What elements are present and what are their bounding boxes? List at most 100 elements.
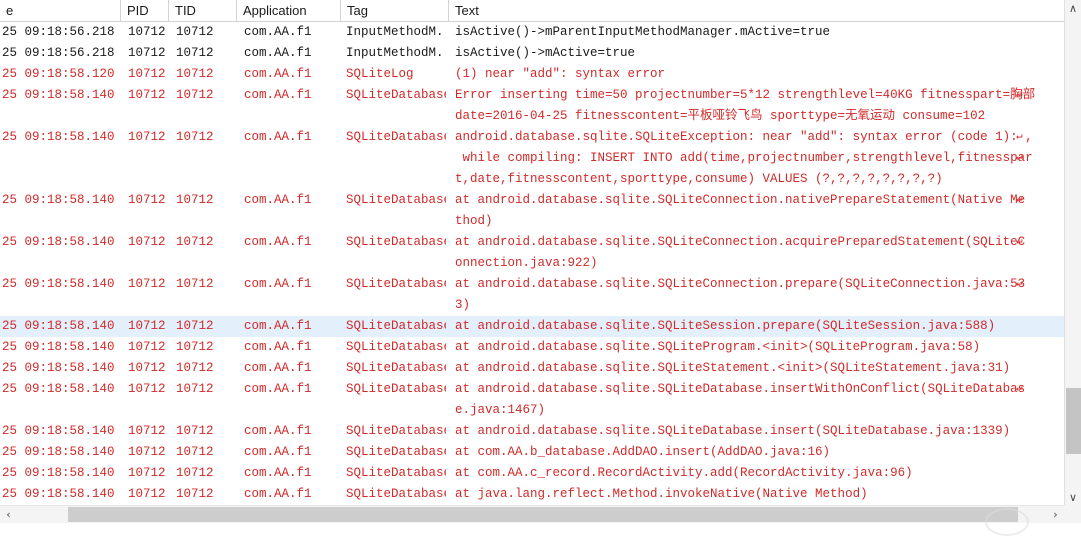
log-row[interactable]: 25 09:18:58.140 10712 10712 com.AA.f1 SQLite…: [0, 232, 1064, 253]
log-cell-tid: 10712: [176, 46, 214, 60]
log-row[interactable]: 25 09:18:58.140 10712 10712 com.AA.f1 SQLite…: [0, 442, 1064, 463]
horizontal-scrollbar[interactable]: ‹ ›: [0, 505, 1064, 523]
log-row[interactable]: thod): [0, 211, 1064, 232]
log-cell-tag: SQLiteDatabase: [346, 445, 446, 459]
column-header-pid[interactable]: PID: [120, 0, 168, 21]
log-cell-pid: 10712: [128, 88, 166, 102]
log-cell-tag: SQLiteDatabase: [346, 424, 446, 438]
scroll-left-icon[interactable]: ‹: [0, 506, 17, 523]
log-row[interactable]: 25 09:18:58.140 10712 10712 com.AA.f1 SQLite…: [0, 190, 1064, 211]
log-cell-tag: [340, 211, 446, 232]
log-cell-application: com.AA.f1: [244, 424, 312, 438]
log-cell-pid: 10712: [128, 340, 166, 354]
log-cell-tid: 10712: [176, 25, 214, 39]
log-row[interactable]: t,date,fitnesscontent,sporttype,consume)…: [0, 169, 1064, 190]
log-cell-pid: 10712: [128, 193, 166, 207]
log-row[interactable]: onnection.java:922): [0, 253, 1064, 274]
log-cell-text: date=2016-04-25 fitnesscontent=平板哑铃飞鸟 sp…: [455, 109, 986, 123]
log-cell-pid: [122, 106, 168, 127]
log-cell-time: [0, 106, 120, 127]
log-row[interactable]: 25 09:18:58.140 10712 10712 com.AA.f1 SQLite…: [0, 274, 1064, 295]
log-cell-text: at android.database.sqlite.SQLiteDatabas…: [455, 424, 1011, 438]
log-cell-application: com.AA.f1: [244, 319, 312, 333]
log-cell-tid: [170, 295, 236, 316]
log-cell-application: [238, 295, 338, 316]
vertical-scrollbar[interactable]: ∧ ∨: [1064, 0, 1081, 506]
log-cell-text: while compiling: INSERT INTO add(time,pr…: [455, 151, 1033, 165]
log-cell-tid: 10712: [176, 424, 214, 438]
log-cell-time: 25 09:18:58.140: [2, 235, 115, 249]
log-row[interactable]: 25 09:18:56.218 10712 10712 com.AA.f1 InputM…: [0, 43, 1064, 64]
log-row[interactable]: 25 09:18:56.218 10712 10712 com.AA.f1 InputM…: [0, 22, 1064, 43]
log-cell-text: at com.AA.c_record.RecordActivity.add(Re…: [455, 466, 913, 480]
log-cell-tag: SQLiteDatabase: [346, 487, 446, 501]
scroll-up-icon[interactable]: ∧: [1065, 0, 1081, 17]
log-row[interactable]: 25 09:18:58.140 10712 10712 com.AA.f1 SQLite…: [0, 463, 1064, 484]
column-header-tid-label: TID: [175, 3, 196, 18]
log-cell-application: [238, 106, 338, 127]
vertical-scrollbar-thumb[interactable]: [1066, 388, 1081, 454]
log-cell-application: [238, 148, 338, 169]
log-cell-application: com.AA.f1: [244, 130, 312, 144]
scroll-right-icon[interactable]: ›: [1047, 506, 1064, 523]
log-cell-tid: 10712: [176, 235, 214, 249]
log-cell-time: 25 09:18:58.140: [2, 193, 115, 207]
log-cell-tid: [170, 211, 236, 232]
log-cell-time: 25 09:18:56.218: [2, 25, 115, 39]
log-cell-time: [0, 169, 120, 190]
column-header-application-label: Application: [243, 3, 307, 18]
log-cell-time: [0, 148, 120, 169]
log-cell-time: [0, 295, 120, 316]
log-row[interactable]: 25 09:18:58.140 10712 10712 com.AA.f1 SQLite…: [0, 127, 1064, 148]
cursor-highlight: [985, 508, 1029, 536]
column-header-row: e PID TID Application Tag Text: [0, 0, 1064, 22]
log-cell-pid: 10712: [128, 424, 166, 438]
log-cell-pid: 10712: [128, 361, 166, 375]
line-wrap-icon: ↵: [1016, 89, 1023, 101]
log-cell-tag: [340, 106, 446, 127]
scroll-down-icon[interactable]: ∨: [1065, 489, 1081, 506]
log-cell-tag: SQLiteDatabase: [346, 466, 446, 480]
column-header-tag[interactable]: Tag: [340, 0, 448, 21]
log-row[interactable]: 25 09:18:58.140 10712 10712 com.AA.f1 SQLite…: [0, 379, 1064, 400]
log-cell-tid: [170, 169, 236, 190]
log-cell-tid: 10712: [176, 466, 214, 480]
column-header-text[interactable]: Text: [448, 0, 1064, 21]
log-row[interactable]: 25 09:18:58.140 10712 10712 com.AA.f1 SQLite…: [0, 337, 1064, 358]
log-row[interactable]: 25 09:18:58.140 10712 10712 com.AA.f1 SQLite…: [0, 358, 1064, 379]
log-cell-text: at android.database.sqlite.SQLiteDatabas…: [455, 382, 1026, 396]
horizontal-scrollbar-thumb[interactable]: [68, 507, 1018, 522]
column-header-time-label: e: [6, 3, 14, 18]
log-cell-pid: 10712: [128, 67, 166, 81]
log-row[interactable]: date=2016-04-25 fitnesscontent=平板哑铃飞鸟 sp…: [0, 106, 1064, 127]
log-row[interactable]: 25 09:18:58.140 10712 10712 com.AA.f1 SQLite…: [0, 316, 1064, 337]
log-cell-pid: [122, 295, 168, 316]
log-cell-tid: 10712: [176, 319, 214, 333]
log-row[interactable]: 25 09:18:58.140 10712 10712 com.AA.f1 SQLite…: [0, 421, 1064, 442]
log-cell-time: 25 09:18:58.140: [2, 466, 115, 480]
log-row[interactable]: 25 09:18:58.120 10712 10712 com.AA.f1 SQLite…: [0, 64, 1064, 85]
log-cell-pid: [122, 253, 168, 274]
log-row[interactable]: while compiling: INSERT INTO add(time,pr…: [0, 148, 1064, 169]
log-cell-time: 25 09:18:58.140: [2, 382, 115, 396]
log-cell-pid: 10712: [128, 445, 166, 459]
log-cell-time: [0, 211, 120, 232]
log-row[interactable]: 3): [0, 295, 1064, 316]
column-header-tid[interactable]: TID: [168, 0, 236, 21]
log-row[interactable]: 25 09:18:58.140 10712 10712 com.AA.f1 SQLite…: [0, 85, 1064, 106]
log-row[interactable]: 25 09:18:58.140 10712 10712 com.AA.f1 SQLite…: [0, 484, 1064, 502]
log-cell-text: at android.database.sqlite.SQLiteProgram…: [455, 340, 981, 354]
log-row[interactable]: e.java:1467): [0, 400, 1064, 421]
column-header-pid-label: PID: [127, 3, 149, 18]
log-cell-time: 25 09:18:58.140: [2, 340, 115, 354]
log-cell-text: at android.database.sqlite.SQLiteConnect…: [455, 235, 1026, 249]
log-cell-text: t,date,fitnesscontent,sporttype,consume)…: [455, 172, 943, 186]
column-header-application[interactable]: Application: [236, 0, 340, 21]
log-cell-pid: 10712: [128, 25, 166, 39]
column-header-time[interactable]: e: [0, 0, 120, 21]
log-cell-tag: SQLiteLog: [346, 67, 414, 81]
log-cell-tag: [340, 253, 446, 274]
log-rows-container[interactable]: 25 09:18:56.218 10712 10712 com.AA.f1 InputM…: [0, 22, 1064, 502]
log-cell-application: [238, 211, 338, 232]
log-cell-time: 25 09:18:58.140: [2, 88, 115, 102]
